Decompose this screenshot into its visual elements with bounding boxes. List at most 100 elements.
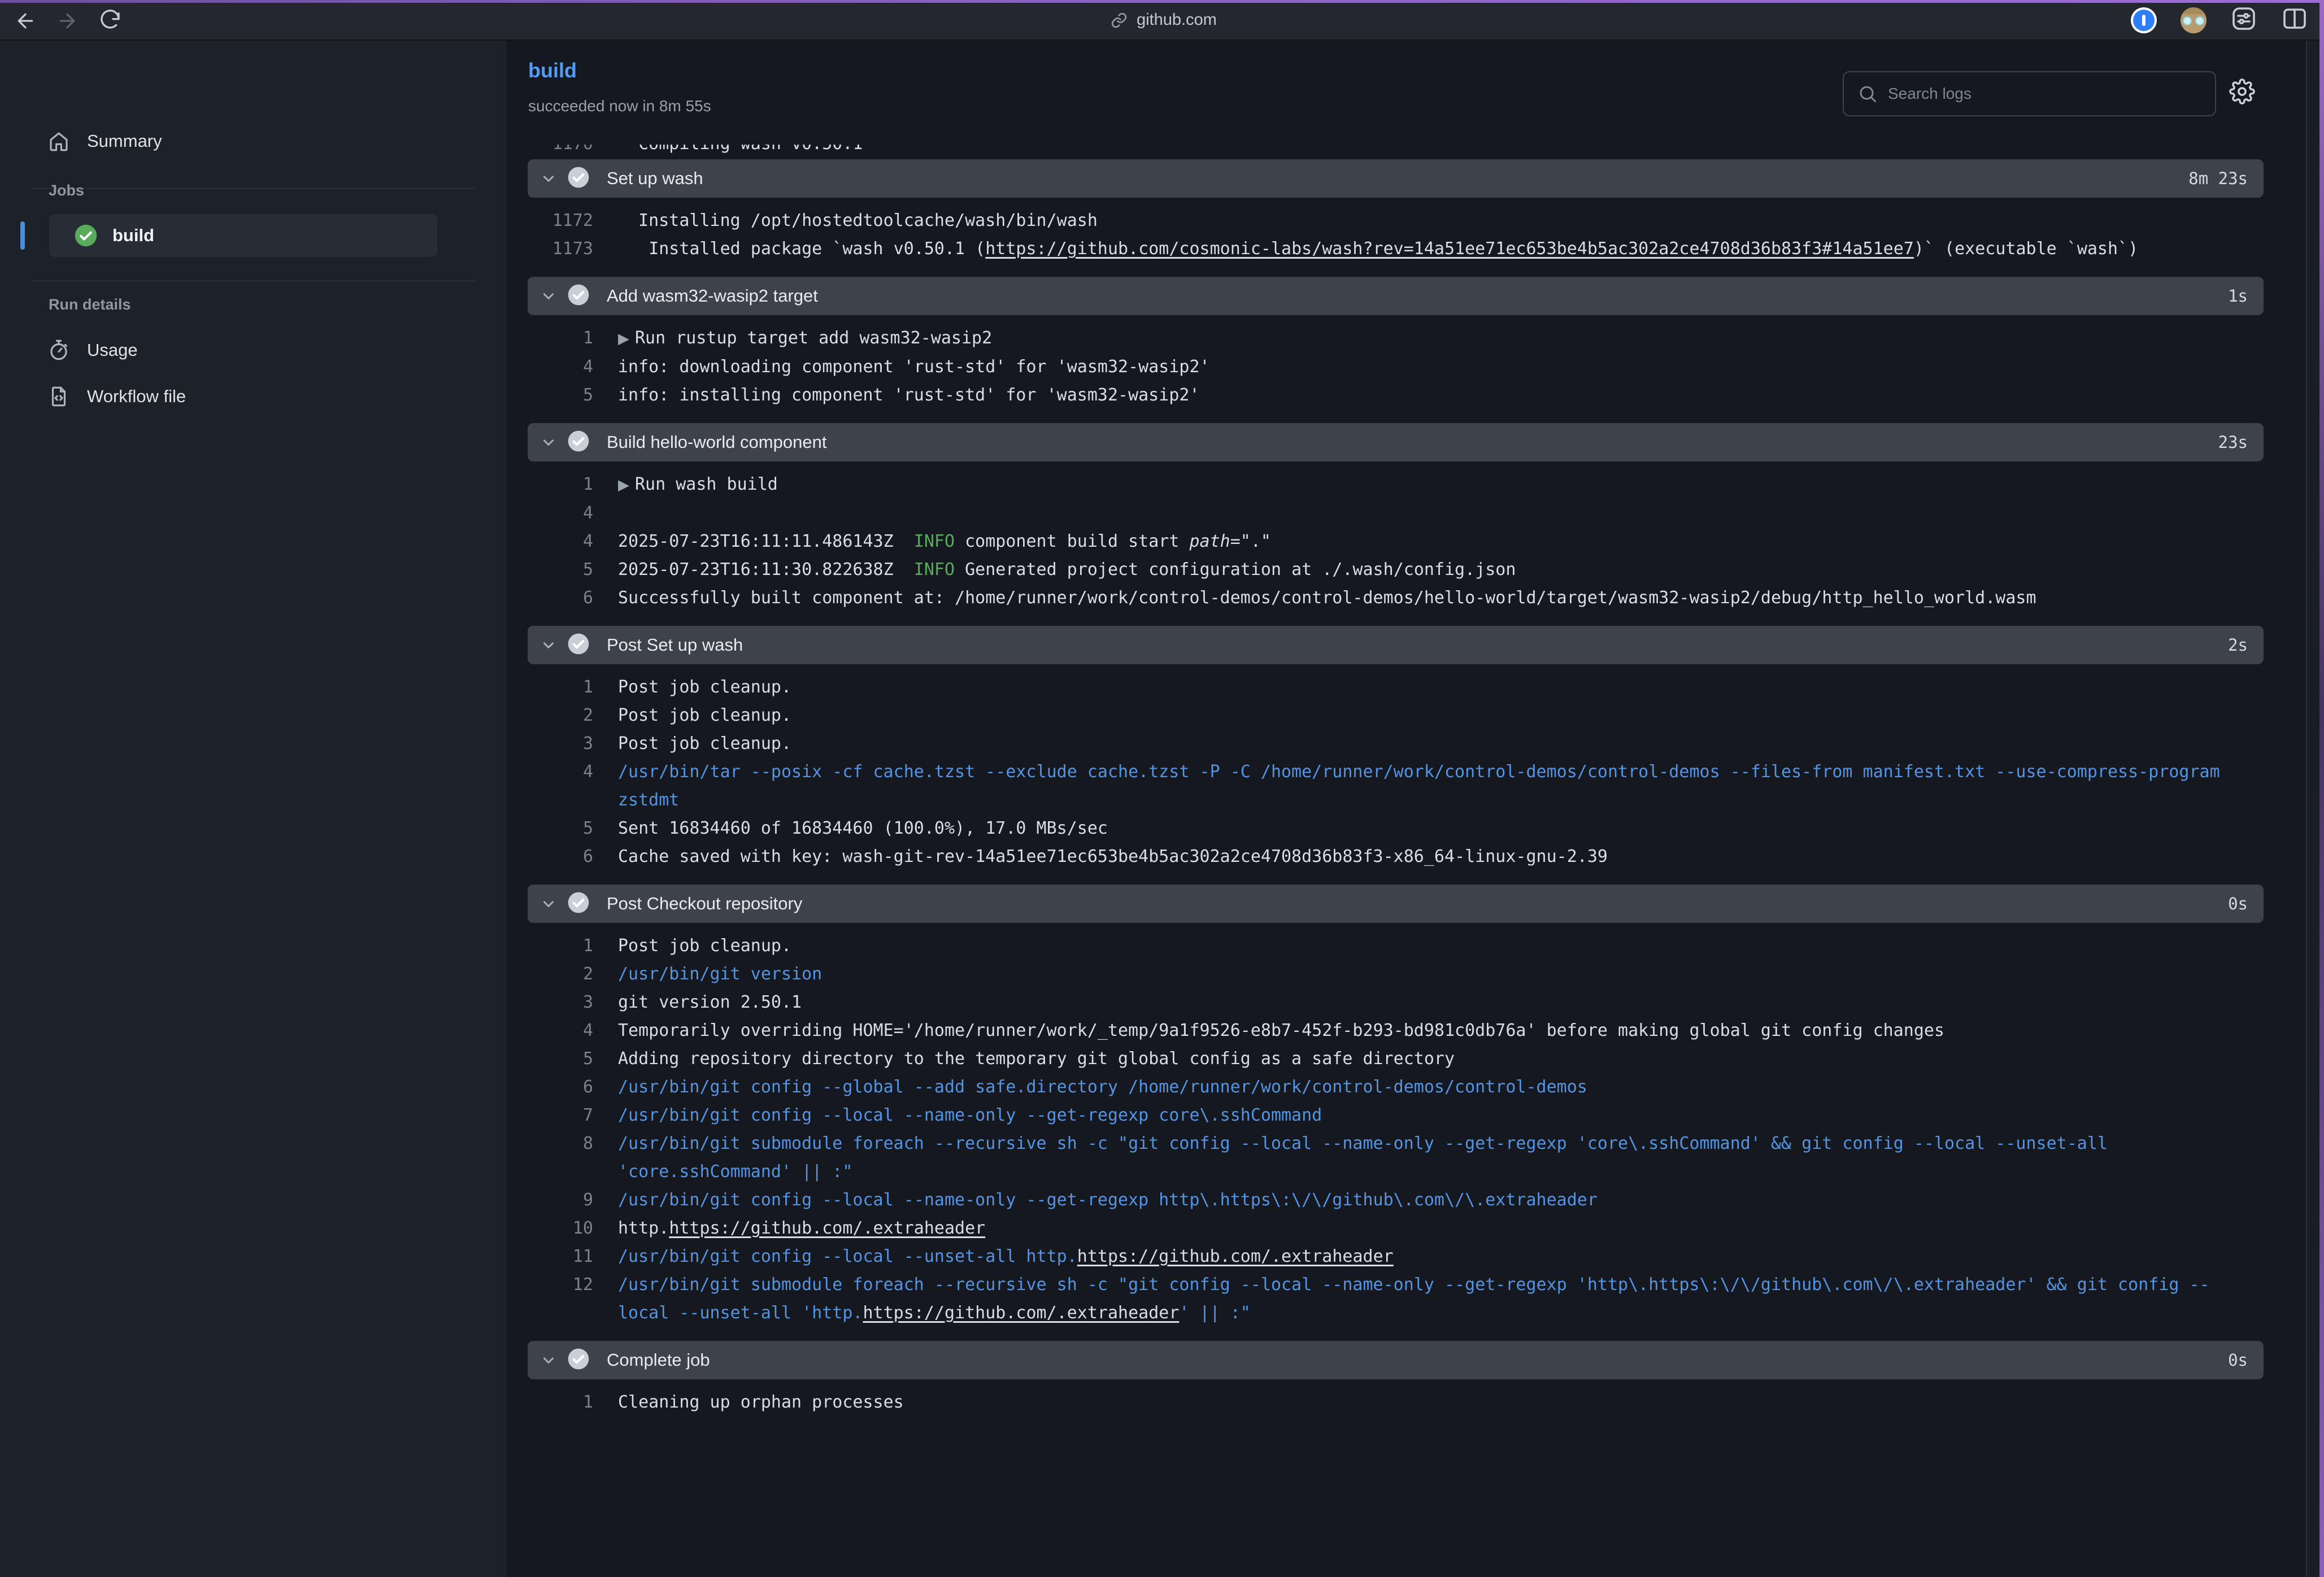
line-number[interactable]: 11 [528,1243,593,1271]
log-group-header[interactable]: Post Checkout repository0s [528,885,2264,923]
log-line: 12/usr/bin/git submodule foreach --recur… [528,1271,2264,1327]
sidebar-divider [31,188,475,189]
log-group-body: 1Post job cleanup.2Post job cleanup.3Pos… [528,664,2264,885]
line-number[interactable]: 4 [528,758,593,814]
line-number[interactable]: 2 [528,702,593,730]
line-number[interactable]: 12 [528,1271,593,1327]
line-number[interactable]: 6 [528,584,593,612]
line-number[interactable]: 1170 [528,145,593,158]
line-number[interactable]: 4 [528,499,593,528]
line-number[interactable]: 4 [528,353,593,381]
log-line: 6Cache saved with key: wash-git-rev-14a5… [528,843,2264,871]
line-text: Installed package `wash v0.50.1 (https:/… [618,235,2242,263]
step-success-check-icon [557,633,590,658]
back-button[interactable] [12,8,38,34]
log-line: 4 2025-07-23T16:11:11.486143Z INFO compon… [528,528,2264,556]
log-sections: 1170 Compiling wash v0.50.1Set up wash8m… [528,145,2264,1430]
line-number[interactable]: 5 [528,556,593,584]
onepassword-circle [2133,10,2155,31]
link-icon [1111,12,1128,29]
line-number[interactable]: 3 [528,730,593,758]
line-text: 2025-07-23T16:11:11.486143Z INFO compone… [618,528,2242,556]
scrollbar-track[interactable] [2307,41,2319,1577]
log-segment: 2025-07-23T16:11:11.486143Z [618,532,914,551]
log-settings-button[interactable] [2226,76,2258,107]
log-group-duration: 8m 23s [2188,169,2248,188]
file-code-icon [46,384,71,409]
line-text: Successfully built component at: /home/r… [618,584,2242,612]
profile-avatar-icon[interactable] [2181,7,2207,33]
log-segment: INFO [914,532,955,551]
extensions-settings-button[interactable] [2230,5,2257,35]
log-group-header[interactable]: Add wasm32-wasip2 target1s [528,277,2264,315]
line-number[interactable]: 1 [528,1388,593,1417]
log-link[interactable]: https://github.com/.extraheader [863,1303,1179,1323]
line-number[interactable]: 1172 [528,207,593,235]
line-number[interactable]: 10 [528,1214,593,1243]
step-success-check-icon [557,1348,590,1373]
log-segment: Installed package `wash v0.50.1 ( [618,239,985,259]
line-number[interactable]: 5 [528,814,593,843]
line-number[interactable]: 1 [528,471,593,499]
line-number[interactable]: 8 [528,1130,593,1186]
search-icon [1857,84,1878,104]
run-title-link[interactable]: build [528,59,577,82]
window-right-edge [2319,0,2324,1577]
log-line: 2Post job cleanup. [528,702,2264,730]
log-segment: Adding repository directory to the tempo… [618,1049,1455,1069]
log-group-header[interactable]: Complete job0s [528,1341,2264,1379]
sidebar-job-build[interactable]: build [49,214,437,257]
line-number[interactable]: 1 [528,932,593,960]
log-link[interactable]: https://github.com/cosmonic-labs/wash?re… [985,239,1914,259]
line-number[interactable]: 1 [528,324,593,353]
log-group-header[interactable]: Post Set up wash2s [528,626,2264,664]
line-number[interactable]: 6 [528,843,593,871]
line-text: /usr/bin/git submodule foreach --recursi… [618,1130,2242,1186]
line-number[interactable]: 1 [528,673,593,702]
log-link[interactable]: https://github.com/.extraheader [669,1218,985,1238]
sidebar-item-summary[interactable]: Summary [0,123,506,159]
jobs-section-label: Jobs [49,182,84,199]
sidebar-item-workflow-file[interactable]: Workflow file [0,378,506,415]
reload-button[interactable] [97,8,123,34]
log-segment: /usr/bin/git config --local --unset-all … [618,1247,1077,1266]
line-number[interactable]: 1173 [528,235,593,263]
log-group-header[interactable]: Set up wash8m 23s [528,159,2264,198]
line-number[interactable]: 6 [528,1073,593,1101]
line-number[interactable]: 7 [528,1101,593,1130]
line-number[interactable]: 2 [528,960,593,988]
log-line: 3 git version 2.50.1 [528,988,2264,1017]
log-line: 2/usr/bin/git version [528,960,2264,988]
search-logs-input[interactable] [1888,85,2182,103]
log-line: 4 [528,499,2264,528]
chevron-down-icon [540,895,557,912]
log-segment: git version 2.50.1 [618,992,802,1012]
address-bar[interactable]: github.com [1045,0,1282,40]
line-number[interactable]: 9 [528,1186,593,1214]
job-name: build [112,225,154,246]
log-segment: /usr/bin/git submodule foreach --recursi… [618,1134,2118,1182]
log-line: 1172 Installing /opt/hostedtoolcache/was… [528,207,2264,235]
log-segment: INFO [914,560,955,580]
onepassword-extension-icon[interactable] [2131,7,2157,33]
line-number[interactable]: 3 [528,988,593,1017]
home-icon [46,129,71,154]
log-line: 4info: downloading component 'rust-std' … [528,353,2264,381]
sidebar-item-usage[interactable]: Usage [0,332,506,368]
line-number[interactable]: 4 [528,1017,593,1045]
line-number[interactable]: 5 [528,381,593,410]
line-text: Adding repository directory to the tempo… [618,1045,2242,1073]
log-group-header[interactable]: Build hello-world component23s [528,423,2264,461]
log-line: 1173 Installed package `wash v0.50.1 (ht… [528,235,2264,263]
sidebar-item-label: Workflow file [87,386,186,407]
forward-button[interactable] [54,8,80,34]
log-link[interactable]: https://github.com/.extraheader [1077,1247,1394,1266]
log-segment: /usr/bin/git config --global --add safe.… [618,1077,1587,1097]
line-number[interactable]: 4 [528,528,593,556]
line-text: git version 2.50.1 [618,988,2242,1017]
success-check-icon [74,224,98,247]
run-sidebar: Summary Jobs build Run details Usage Wor… [0,41,506,1577]
line-number[interactable]: 5 [528,1045,593,1073]
line-text: Compiling wash v0.50.1 [618,145,2242,158]
split-view-button[interactable] [2281,5,2308,35]
